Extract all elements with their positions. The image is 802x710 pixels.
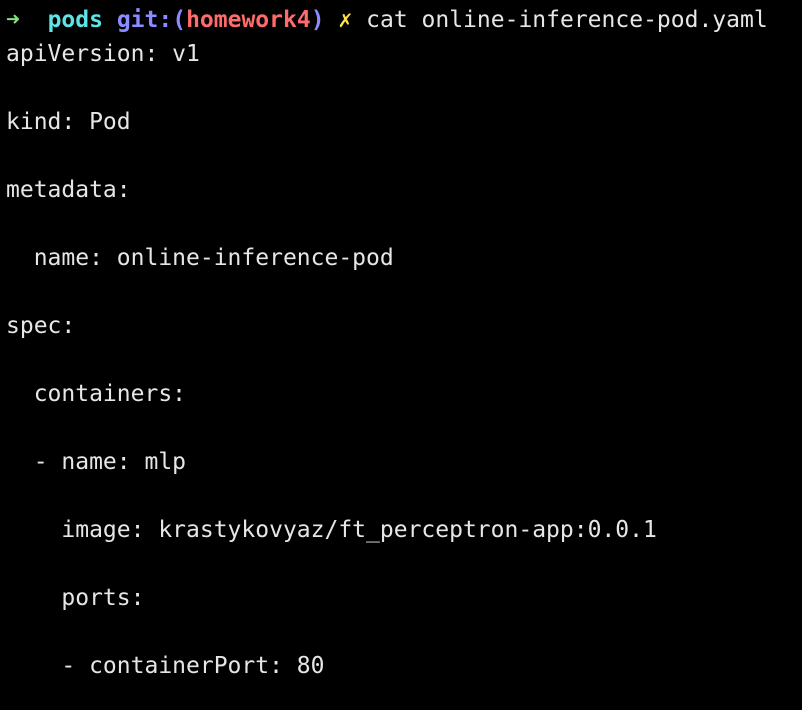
prompt-branch: homework4 xyxy=(186,7,311,33)
prompt-git-label: git:( xyxy=(116,7,187,33)
output-line: - containerPort: 80 xyxy=(6,653,325,679)
output-line: kind: Pod xyxy=(6,109,131,135)
output-line: image: krastykovyaz/ft_perceptron-app:0.… xyxy=(6,517,657,543)
output-line: - name: mlp xyxy=(6,449,187,475)
git-dirty-icon: ✗ xyxy=(338,7,353,33)
prompt-directory: pods xyxy=(47,7,103,33)
output-line: name: online-inference-pod xyxy=(6,245,394,271)
prompt-arrow-icon: ➜ xyxy=(6,7,20,33)
terminal-window[interactable]: ➜ pods git:(homework4) ✗ cat online-infe… xyxy=(0,0,802,710)
output-line: ports: xyxy=(6,585,145,611)
prompt-git-close: ) xyxy=(310,7,325,33)
output-line: apiVersion: v1 xyxy=(6,41,200,67)
output-line: spec: xyxy=(6,313,76,339)
output-line: containers: xyxy=(6,381,187,407)
prompt-line: ➜ pods git:(homework4) ✗ cat online-infe… xyxy=(6,4,768,36)
command-text: cat online-inference-pod.yaml xyxy=(366,7,768,33)
output-line: metadata: xyxy=(6,177,131,203)
